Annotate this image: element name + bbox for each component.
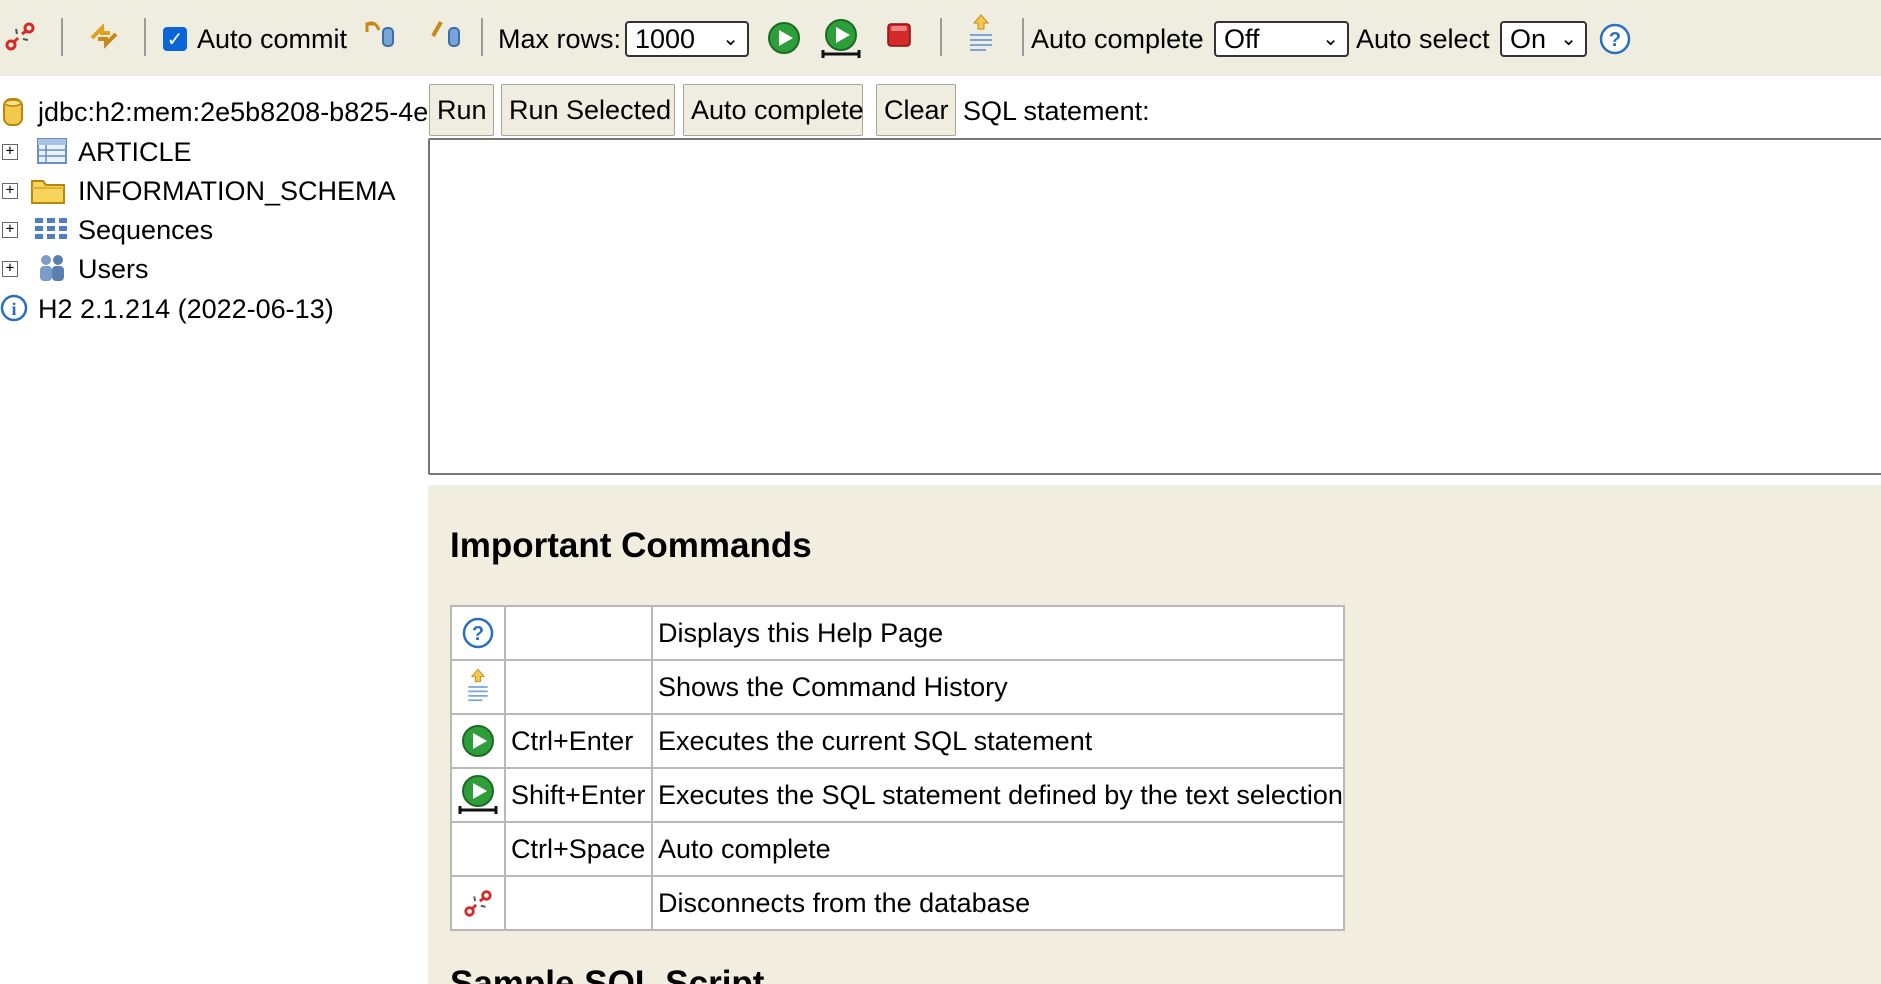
tree-item-label: Sequences bbox=[78, 215, 214, 245]
auto-commit-label: Auto commit bbox=[197, 24, 348, 54]
tree-item-label: Users bbox=[78, 254, 149, 284]
disconnect-icon[interactable] bbox=[2, 16, 38, 56]
run-selected-button[interactable]: Run Selected bbox=[501, 84, 675, 136]
auto-complete-button[interactable]: Auto complete bbox=[683, 84, 864, 136]
rollback-icon[interactable] bbox=[358, 14, 400, 54]
sql-statement-label: SQL statement: bbox=[963, 96, 1150, 126]
tree-item-label: INFORMATION_SCHEMA bbox=[78, 176, 396, 206]
command-key bbox=[504, 875, 653, 931]
commit-icon[interactable] bbox=[424, 14, 466, 54]
clear-button[interactable]: Clear bbox=[876, 84, 956, 136]
sample-sql-title: Sample SQL Script bbox=[450, 964, 765, 984]
folder-icon bbox=[30, 175, 66, 205]
refresh-icon[interactable] bbox=[84, 16, 124, 56]
run-selected-icon[interactable] bbox=[820, 18, 862, 60]
table-row: Disconnects from the database bbox=[450, 875, 1345, 931]
connection-url: jdbc:h2:mem:2e5b8208-b825-4e bbox=[38, 97, 429, 127]
version-label: H2 2.1.214 (2022-06-13) bbox=[38, 294, 334, 324]
schema-tree: jdbc:h2:mem:2e5b8208-b825-4e + ARTICLE +… bbox=[0, 76, 428, 984]
auto-select-select[interactable]: On ⌄ bbox=[1500, 21, 1587, 57]
table-row: Ctrl+Space Auto complete bbox=[450, 821, 1345, 877]
chevron-down-icon: ⌄ bbox=[1560, 28, 1577, 50]
command-key bbox=[504, 605, 653, 661]
tree-item-label: ARTICLE bbox=[78, 137, 192, 167]
run-button[interactable]: Run bbox=[429, 84, 494, 136]
command-description: Disconnects from the database bbox=[651, 875, 1345, 931]
command-icon-cell bbox=[450, 713, 506, 769]
sequences-icon bbox=[34, 216, 68, 242]
command-key bbox=[504, 659, 653, 715]
auto-complete-select[interactable]: Off ⌄ bbox=[1214, 21, 1349, 57]
command-key: Ctrl+Enter bbox=[504, 713, 653, 769]
toolbar: ✓ Auto commit Max rows: 1000 ⌄ Auto comp… bbox=[0, 0, 1881, 76]
chevron-down-icon: ⌄ bbox=[722, 28, 739, 50]
command-description: Executes the SQL statement defined by th… bbox=[651, 767, 1345, 823]
table-row: Ctrl+Enter Executes the current SQL stat… bbox=[450, 713, 1345, 769]
commands-table: ? Displays this Help Page Shows the Comm… bbox=[450, 605, 1345, 931]
help-title: Important Commands bbox=[450, 526, 812, 565]
disconnect-icon[interactable] bbox=[452, 887, 504, 919]
help-icon[interactable]: ? bbox=[452, 617, 504, 649]
command-key: Shift+Enter bbox=[504, 767, 653, 823]
auto-commit-checkbox[interactable]: ✓ bbox=[163, 27, 187, 51]
database-icon bbox=[2, 96, 24, 128]
auto-complete-value: Off bbox=[1224, 24, 1260, 54]
svg-text:?: ? bbox=[1609, 29, 1621, 51]
history-icon[interactable] bbox=[452, 667, 504, 707]
chevron-down-icon: ⌄ bbox=[1322, 28, 1339, 50]
history-icon[interactable] bbox=[962, 12, 1000, 58]
command-description: Auto complete bbox=[651, 821, 1345, 877]
query-bar: Run Run Selected Auto complete Clear bbox=[428, 76, 1881, 138]
help-panel: Important Commands ? Displays this Help … bbox=[428, 485, 1881, 984]
run-icon[interactable] bbox=[766, 20, 802, 56]
expand-icon[interactable]: + bbox=[2, 144, 18, 160]
command-description: Displays this Help Page bbox=[651, 605, 1345, 661]
expand-icon[interactable]: + bbox=[2, 183, 18, 199]
users-icon bbox=[36, 253, 68, 283]
max-rows-select[interactable]: 1000 ⌄ bbox=[625, 21, 749, 57]
command-key: Ctrl+Space bbox=[504, 821, 653, 877]
table-row: ? Displays this Help Page bbox=[450, 605, 1345, 661]
stop-icon[interactable] bbox=[884, 20, 914, 50]
sql-input[interactable] bbox=[428, 138, 1881, 475]
svg-text:i: i bbox=[11, 299, 16, 319]
command-description: Executes the current SQL statement bbox=[651, 713, 1345, 769]
command-icon-cell: ? bbox=[450, 605, 506, 661]
run-selected-icon[interactable] bbox=[452, 774, 504, 816]
command-icon-cell bbox=[450, 659, 506, 715]
svg-text:?: ? bbox=[472, 623, 484, 645]
table-row: Shift+Enter Executes the SQL statement d… bbox=[450, 767, 1345, 823]
auto-select-value: On bbox=[1510, 24, 1547, 54]
table-icon bbox=[36, 137, 68, 165]
table-row: Shows the Command History bbox=[450, 659, 1345, 715]
auto-select-label: Auto select bbox=[1356, 24, 1490, 54]
info-icon: i bbox=[0, 294, 28, 322]
auto-complete-label: Auto complete bbox=[1031, 24, 1204, 54]
max-rows-value: 1000 bbox=[635, 24, 696, 54]
expand-icon[interactable]: + bbox=[2, 261, 18, 277]
command-icon-cell bbox=[450, 821, 506, 877]
help-icon[interactable]: ? bbox=[1598, 22, 1632, 56]
command-icon-cell bbox=[450, 875, 506, 931]
command-description: Shows the Command History bbox=[651, 659, 1345, 715]
run-icon[interactable] bbox=[452, 724, 504, 758]
max-rows-label: Max rows: bbox=[498, 24, 622, 54]
expand-icon[interactable]: + bbox=[2, 222, 18, 238]
command-icon-cell bbox=[450, 767, 506, 823]
